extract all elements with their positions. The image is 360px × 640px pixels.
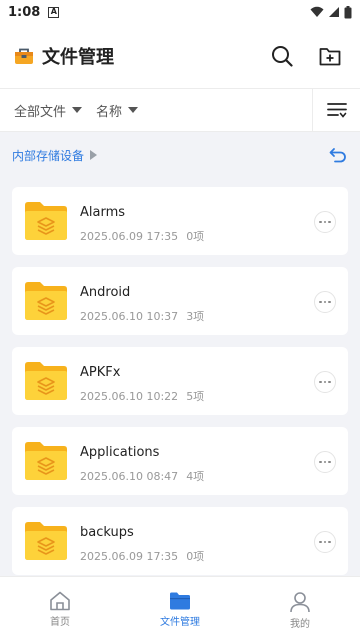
sort-label: 名称 — [96, 104, 123, 120]
file-item[interactable]: Applications 2025.06.10 08:47 4项 — [12, 427, 348, 495]
new-folder-icon — [319, 48, 341, 66]
sort-order-button[interactable] — [312, 89, 360, 131]
file-date: 2025.06.10 08:47 — [80, 470, 179, 483]
file-meta: 2025.06.10 10:37 3项 — [80, 308, 204, 324]
file-date: 2025.06.10 10:22 — [80, 390, 179, 403]
dot — [323, 220, 327, 224]
caret-down-icon — [72, 107, 83, 113]
file-count: 0项 — [186, 230, 205, 243]
dot — [328, 540, 331, 544]
file-name: Applications — [80, 445, 160, 460]
sort-list-icon — [326, 103, 347, 118]
file-count: 4项 — [186, 470, 205, 483]
page-title: 文件管理 — [42, 47, 114, 68]
file-item[interactable]: Alarms 2025.06.09 17:35 0项 — [12, 187, 348, 255]
dot — [323, 380, 327, 384]
back-icon[interactable] — [328, 145, 348, 165]
dot — [328, 220, 331, 224]
new-folder-button[interactable] — [314, 40, 346, 72]
file-item[interactable]: backups 2025.06.09 17:35 0项 — [12, 507, 348, 575]
file-name: Android — [80, 285, 131, 300]
file-date: 2025.06.09 17:35 — [80, 230, 179, 243]
caret-down-icon — [128, 107, 139, 113]
dot — [328, 380, 331, 384]
battery-icon — [344, 5, 352, 18]
more-options-button[interactable] — [314, 211, 336, 233]
status-bar: 1:08 A — [0, 0, 360, 24]
file-item[interactable]: APKFx 2025.06.10 10:22 5项 — [12, 347, 348, 415]
file-meta: 2025.06.09 17:35 0项 — [80, 548, 204, 564]
search-icon — [272, 46, 293, 67]
dot — [323, 460, 327, 464]
notification-icon: A — [48, 6, 60, 18]
breadcrumb: 内部存储设备 — [0, 133, 360, 177]
person-icon — [290, 592, 310, 613]
dot — [328, 300, 331, 304]
home-icon — [50, 591, 70, 611]
file-type-label: 全部文件 — [14, 104, 67, 120]
dot — [323, 300, 327, 304]
more-options-button[interactable] — [314, 291, 336, 313]
dot — [319, 220, 322, 224]
more-options-button[interactable] — [314, 531, 336, 553]
file-meta: 2025.06.10 10:22 5项 — [80, 388, 204, 404]
breadcrumb-internal-storage[interactable]: 内部存储设备 — [12, 147, 84, 164]
dot — [319, 380, 322, 384]
folder-icon — [25, 522, 67, 560]
nav-home[interactable]: 首页 — [0, 577, 120, 640]
folder-icon — [25, 282, 67, 320]
signal-icon — [329, 7, 339, 17]
folder-icon — [25, 362, 67, 400]
file-count: 0项 — [186, 550, 205, 563]
nav-file-manager-label: 文件管理 — [160, 617, 200, 628]
folder-icon — [170, 592, 190, 610]
nav-mine[interactable]: 我的 — [240, 577, 360, 640]
more-options-button[interactable] — [314, 371, 336, 393]
status-time: 1:08 — [8, 4, 41, 20]
dot — [319, 460, 322, 464]
nav-file-manager[interactable]: 文件管理 — [120, 577, 240, 640]
file-item[interactable]: Android 2025.06.10 10:37 3项 — [12, 267, 348, 335]
bottom-nav: 首页 文件管理 我的 — [0, 576, 360, 640]
status-icons — [310, 5, 352, 19]
dot — [328, 460, 331, 464]
wifi-icon — [310, 6, 324, 17]
dot — [319, 540, 322, 544]
file-count: 5项 — [186, 390, 205, 403]
nav-mine-label: 我的 — [290, 619, 310, 630]
folder-icon — [25, 442, 67, 480]
file-name: backups — [80, 525, 134, 540]
file-count: 3项 — [186, 310, 205, 323]
file-meta: 2025.06.10 08:47 4项 — [80, 468, 204, 484]
file-meta: 2025.06.09 17:35 0项 — [80, 228, 204, 244]
filter-bar: 全部文件 名称 — [0, 88, 360, 132]
more-options-button[interactable] — [314, 451, 336, 473]
file-type-dropdown[interactable]: 全部文件 — [14, 101, 83, 120]
dot — [323, 540, 327, 544]
sort-dropdown[interactable]: 名称 — [96, 101, 139, 120]
app-header: 文件管理 — [0, 24, 360, 88]
file-date: 2025.06.10 10:37 — [80, 310, 179, 323]
chevron-right-icon — [90, 150, 98, 160]
toolbox-icon — [15, 48, 33, 64]
file-name: APKFx — [80, 365, 121, 380]
file-name: Alarms — [80, 205, 126, 220]
nav-home-label: 首页 — [50, 617, 70, 628]
search-button[interactable] — [266, 40, 298, 72]
dot — [319, 300, 322, 304]
folder-icon — [25, 202, 67, 240]
file-date: 2025.06.09 17:35 — [80, 550, 179, 563]
